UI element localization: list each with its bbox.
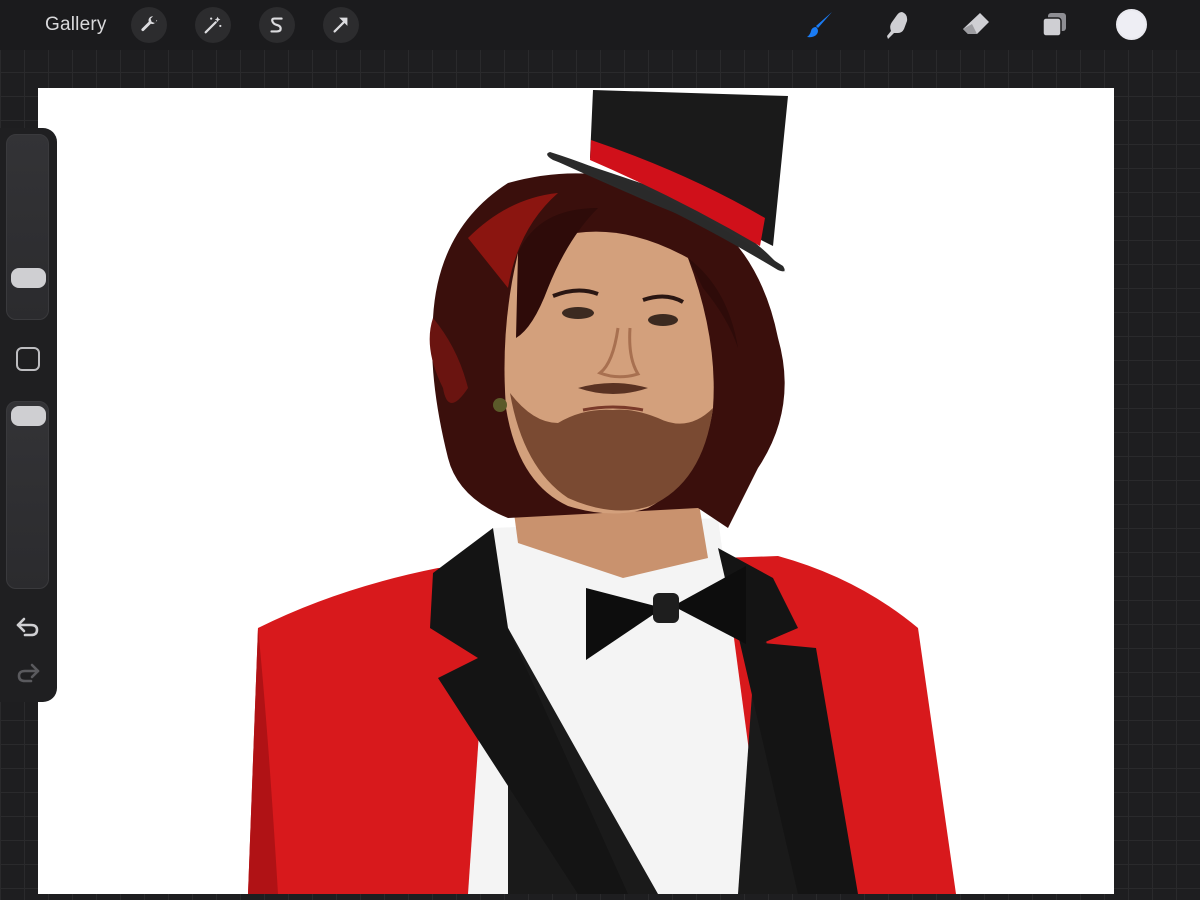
arrow-cursor-icon <box>333 17 348 33</box>
transform-button[interactable] <box>323 7 359 43</box>
redo-button[interactable] <box>14 661 42 685</box>
artwork-illustration <box>248 90 956 894</box>
selection-s-icon <box>270 17 283 33</box>
left-sidebar <box>0 128 57 702</box>
eraser-icon <box>963 13 989 34</box>
redo-icon <box>17 663 40 683</box>
layers-button[interactable] <box>1036 7 1072 43</box>
top-toolbar: Gallery <box>0 0 1200 50</box>
adjustments-button[interactable] <box>195 7 231 43</box>
brush-tool-button[interactable] <box>802 7 838 43</box>
gallery-button[interactable]: Gallery <box>45 13 107 37</box>
brush-size-thumb[interactable] <box>11 268 46 288</box>
wrench-icon <box>141 16 158 32</box>
actions-button[interactable] <box>131 7 167 43</box>
drawing-canvas[interactable] <box>38 88 1114 894</box>
opacity-thumb[interactable] <box>11 406 46 426</box>
opacity-slider[interactable] <box>6 401 49 589</box>
modify-square-icon[interactable] <box>16 347 40 371</box>
undo-button[interactable] <box>14 615 42 639</box>
layers-icon <box>1042 13 1066 37</box>
eraser-tool-button[interactable] <box>958 7 994 43</box>
color-picker-button[interactable] <box>1116 9 1147 40</box>
smudge-finger-icon <box>887 12 908 39</box>
brush-size-slider[interactable] <box>6 134 49 320</box>
magic-wand-icon <box>204 16 222 34</box>
undo-icon <box>16 617 39 637</box>
earring <box>493 398 507 412</box>
selection-button[interactable] <box>259 7 295 43</box>
brush-icon <box>807 12 832 38</box>
smudge-tool-button[interactable] <box>880 7 916 43</box>
